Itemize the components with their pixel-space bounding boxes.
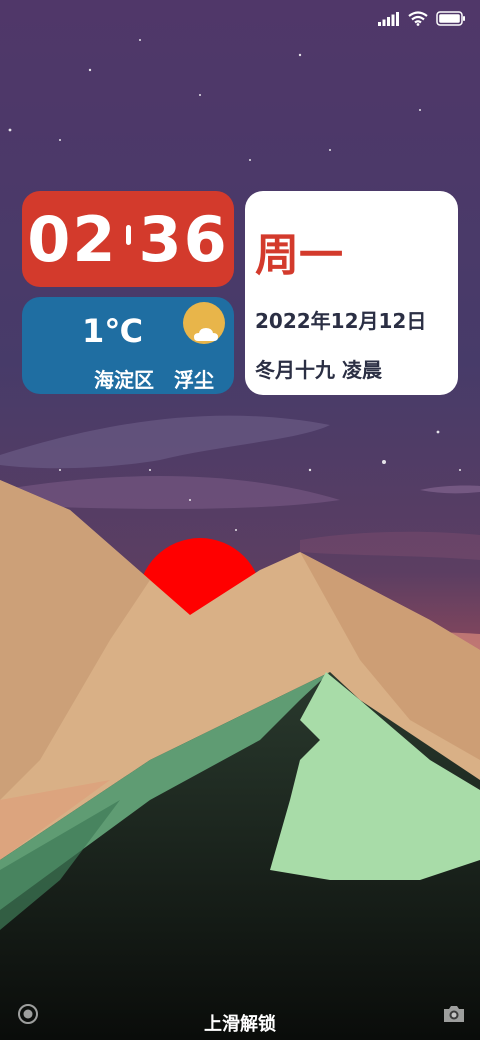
wallpaper — [0, 0, 480, 1040]
date-label: 2022年12月12日 — [255, 309, 427, 333]
weekday-label: 周一 — [255, 230, 343, 281]
lunar-date-label: 冬月十九 凌晨 — [255, 358, 382, 382]
swipe-unlock-hint[interactable]: 上滑解锁 — [0, 1010, 480, 1036]
battery-icon — [436, 10, 466, 30]
clock-minutes: 36 — [138, 202, 229, 276]
calendar-widget[interactable]: 周一 2022年12月12日 冬月十九 凌晨 — [245, 191, 458, 395]
status-bar — [378, 10, 466, 30]
weather-widget[interactable]: 1℃ 海淀区 浮尘 — [22, 297, 234, 394]
weather-condition: 浮尘 — [174, 368, 214, 392]
cellular-signal-icon — [378, 11, 400, 30]
camera-icon[interactable] — [440, 1000, 468, 1028]
weather-location: 海淀区 — [94, 368, 154, 392]
clock-hours: 02 — [27, 202, 118, 276]
clock-widget[interactable]: 02 36 — [22, 191, 234, 287]
clock-separator — [125, 225, 131, 245]
temperature: 1℃ — [82, 312, 144, 350]
wifi-icon — [408, 10, 428, 30]
sun-behind-cloud-icon — [180, 301, 228, 347]
